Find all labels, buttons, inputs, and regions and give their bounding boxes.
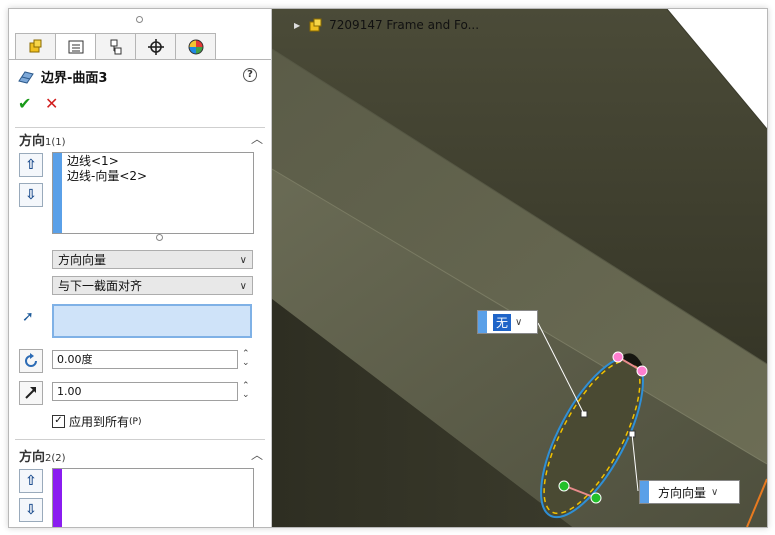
callout-color-bar	[478, 311, 487, 333]
graphics-viewport[interactable]: ▶ 7209147 Frame and Fo... 无 ∨ 方向向量 ∨	[272, 9, 767, 527]
appearance-sphere-icon	[188, 39, 203, 54]
rotate-icon	[25, 353, 37, 367]
tab-property-manager[interactable]	[55, 33, 96, 59]
direction1-collapse-icon[interactable]: ︿	[251, 130, 263, 147]
ok-button[interactable]: ✔	[18, 94, 31, 113]
boundary-surface-icon	[18, 70, 34, 84]
model-render	[272, 9, 767, 527]
property-list-icon	[68, 40, 83, 53]
direction2-collapse-icon[interactable]: ︿	[251, 446, 263, 463]
apply-all-shortcut: (P)	[129, 416, 142, 427]
tab-divider	[9, 59, 271, 60]
section-divider	[15, 127, 265, 128]
crosshair-icon	[147, 38, 164, 55]
direction2-group-title[interactable]: 方向2(2)	[19, 446, 66, 465]
apply-all-row[interactable]: ✓ 应用到所有 (P)	[52, 413, 141, 430]
callout-color-bar	[640, 481, 649, 503]
move-down-button[interactable]: ⇩	[19, 498, 43, 522]
tangent-callout-none[interactable]: 无 ∨	[477, 310, 538, 334]
apply-all-checkbox[interactable]: ✓	[52, 415, 65, 428]
tab-dimxpert-manager[interactable]	[135, 33, 176, 59]
feature-title-row: 边界-曲面3	[17, 67, 107, 86]
callout-value: 方向向量	[658, 485, 707, 500]
chevron-down-icon[interactable]: ∨	[711, 487, 723, 498]
direction-vector-icon: ➚	[22, 309, 34, 325]
move-up-button[interactable]: ⇧	[19, 153, 43, 177]
direction2-color-bar	[53, 469, 62, 527]
chevron-down-icon[interactable]: ∨	[515, 317, 527, 328]
chevron-down-icon: ∨	[239, 255, 247, 266]
part-icon	[309, 18, 322, 32]
tangent-length-button[interactable]	[19, 381, 43, 405]
section-divider	[15, 439, 265, 440]
tab-display-manager[interactable]	[175, 33, 216, 59]
alignment-select[interactable]: 与下一截面对齐 ∨	[52, 276, 253, 295]
document-title: 7209147 Frame and Fo...	[329, 18, 480, 32]
direction1-color-bar	[53, 153, 62, 233]
tab-configuration-manager[interactable]	[95, 33, 136, 59]
move-down-button[interactable]: ⇩	[19, 183, 43, 207]
chevron-down-icon: ∨	[239, 281, 247, 292]
property-manager-panel: 边界-曲面3 ? ✔ ✕ 方向1(1) ︿ ⇧ ⇩ 边线<1> 边线-向量<2>…	[9, 9, 272, 527]
solidworks-window: 边界-曲面3 ? ✔ ✕ 方向1(1) ︿ ⇧ ⇩ 边线<1> 边线-向量<2>…	[8, 8, 768, 528]
tangent-callout-direction[interactable]: 方向向量 ∨	[639, 480, 740, 504]
arrow-icon	[25, 387, 36, 399]
tangent-type-select[interactable]: 方向向量 ∨	[52, 250, 253, 269]
panel-grip[interactable]	[136, 16, 143, 23]
feature-title: 边界-曲面3	[41, 71, 108, 86]
document-title-bar[interactable]: ▶ 7209147 Frame and Fo...	[294, 17, 479, 33]
cancel-button[interactable]: ✕	[45, 94, 58, 113]
configuration-icon	[110, 39, 121, 54]
tangent-length-spinner[interactable]: ⌃ ⌄	[242, 382, 252, 400]
direction-vector-field[interactable]	[52, 304, 252, 338]
angle-input[interactable]: 0.00度	[52, 350, 238, 369]
angle-spinner[interactable]: ⌃ ⌄	[242, 350, 252, 368]
direction2-curves-list[interactable]	[52, 468, 254, 527]
callout-value: 无	[493, 313, 512, 331]
tab-feature-manager[interactable]	[15, 33, 56, 59]
list-resize-handle[interactable]	[156, 234, 163, 241]
list-item[interactable]: 边线-向量<2>	[67, 169, 147, 184]
tangent-length-input[interactable]: 1.00	[52, 382, 238, 401]
move-up-button[interactable]: ⇧	[19, 469, 43, 493]
list-item[interactable]: 边线<1>	[67, 154, 147, 169]
help-icon[interactable]: ?	[243, 68, 257, 82]
direction1-group-title[interactable]: 方向1(1)	[19, 130, 66, 149]
manager-tabs	[15, 33, 261, 59]
reverse-direction-button[interactable]	[19, 349, 43, 373]
apply-all-label: 应用到所有	[69, 415, 130, 429]
direction1-curves-list[interactable]: 边线<1> 边线-向量<2>	[52, 152, 254, 234]
expand-arrow-icon[interactable]: ▶	[294, 21, 300, 30]
feature-tree-icon	[29, 39, 41, 52]
